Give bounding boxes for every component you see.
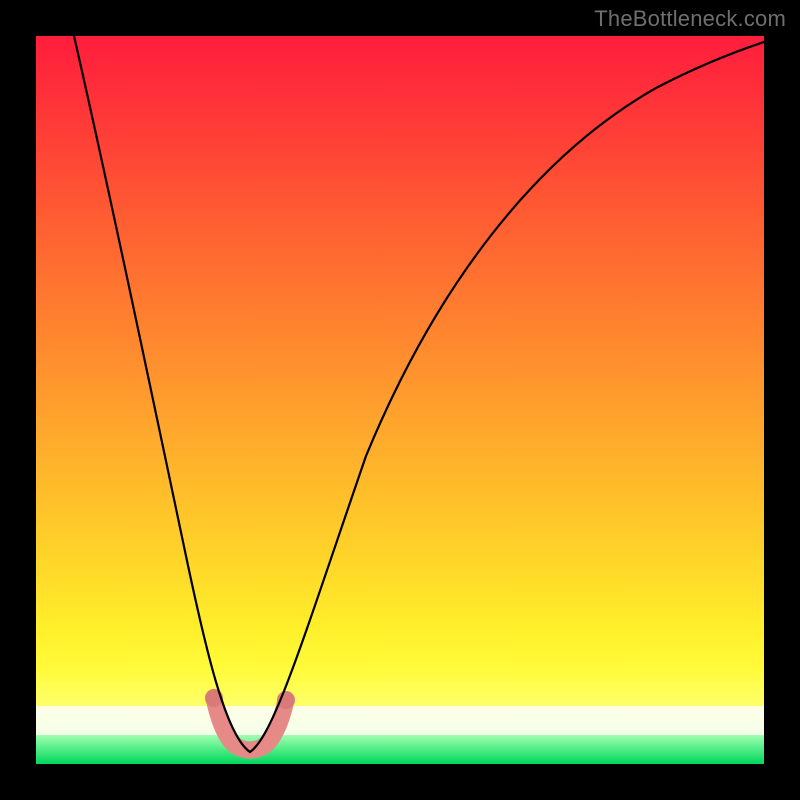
bottleneck-curve [74,36,764,752]
chart-frame: TheBottleneck.com [0,0,800,800]
chart-svg [36,36,764,764]
plot-area [36,36,764,764]
watermark-label: TheBottleneck.com [594,6,786,32]
